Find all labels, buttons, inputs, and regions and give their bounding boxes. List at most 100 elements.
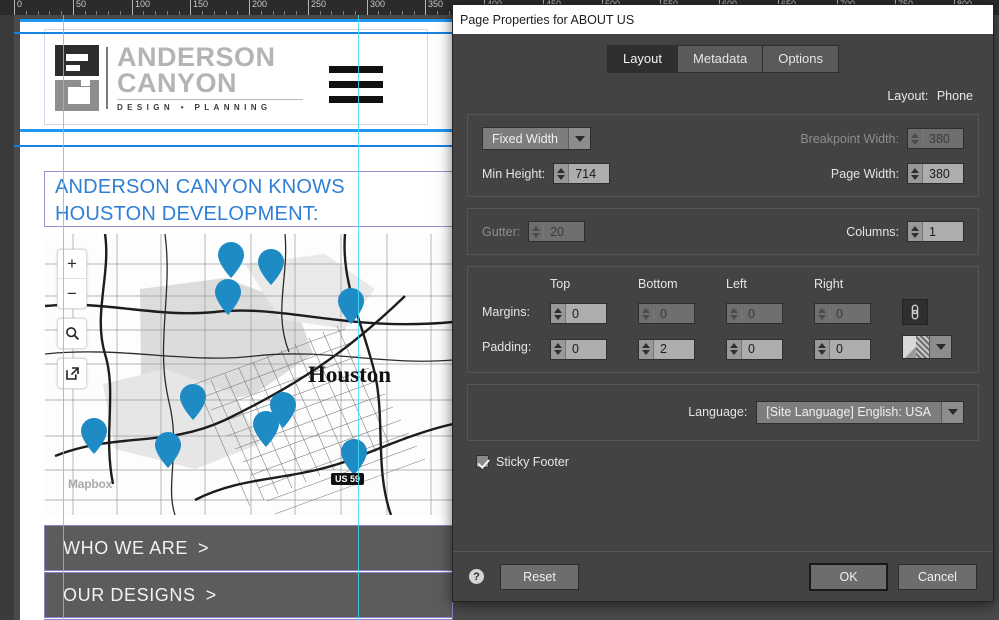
padding-top-value[interactable]: 0 [566, 339, 606, 359]
smart-guide-right [358, 15, 359, 620]
page-headline: ANDERSON CANYON KNOWS HOUSTON DEVELOPMEN… [55, 176, 345, 225]
ruler-corner[interactable] [0, 0, 14, 15]
map-pin[interactable] [338, 288, 364, 324]
map-widget[interactable]: Houston US 59 Mapbox + − [45, 234, 453, 515]
ruler-tick-label: 50 [76, 0, 87, 9]
margins-row: Margins: 0 0 0 0 [482, 299, 964, 325]
col-header-right: Right [814, 277, 844, 291]
ac-monogram-icon [55, 45, 99, 111]
language-select[interactable]: [Site Language] English: USA [756, 400, 964, 424]
dialog-tabs[interactable]: Layout Metadata Options [467, 34, 979, 73]
map-search-group[interactable] [57, 318, 87, 349]
sticky-footer-checkbox[interactable] [476, 455, 489, 468]
map-pin[interactable] [258, 249, 284, 285]
stepper-arrows[interactable] [639, 339, 654, 359]
ok-button[interactable]: OK [809, 562, 888, 591]
language-label: Language: [688, 405, 748, 419]
stepper-arrows[interactable] [815, 339, 830, 359]
padding-fill-swatch-icon[interactable] [902, 335, 952, 360]
stepper-arrows[interactable] [815, 304, 830, 324]
ruler-tick-label: 100 [135, 0, 151, 9]
reset-button[interactable]: Reset [500, 563, 579, 590]
tab-metadata[interactable]: Metadata [677, 45, 763, 73]
margin-left-stepper[interactable]: 0 [726, 303, 783, 325]
min-height-value[interactable]: 714 [569, 164, 610, 183]
tab-layout[interactable]: Layout [606, 45, 678, 73]
stepper-arrows[interactable] [727, 304, 742, 324]
gutter-value[interactable]: 20 [544, 222, 585, 241]
logo-rule [117, 99, 303, 100]
help-icon[interactable]: ? [469, 569, 484, 584]
chain-link-icon[interactable] [902, 299, 928, 325]
headline-box[interactable]: ANDERSON CANYON KNOWS HOUSTON DEVELOPMEN… [44, 171, 453, 227]
stepper-arrows[interactable] [551, 304, 566, 324]
nav-item-label: WHO WE ARE [63, 537, 189, 558]
nav-item-our-designs[interactable]: OUR DESIGNS > [44, 572, 453, 618]
vertical-ruler[interactable] [0, 15, 14, 620]
page-width-value[interactable]: 380 [923, 164, 963, 183]
padding-left-value[interactable]: 0 [742, 339, 782, 359]
stepper-arrows[interactable] [727, 339, 742, 359]
map-pin[interactable] [253, 411, 279, 447]
stepper-arrows[interactable] [639, 304, 654, 324]
breakpoint-width-stepper[interactable]: 380 [907, 128, 964, 149]
col-header-bottom: Bottom [638, 277, 678, 291]
min-height-stepper[interactable]: 714 [553, 163, 611, 184]
sticky-footer-row[interactable]: Sticky Footer [467, 455, 979, 469]
margin-bottom-stepper[interactable]: 0 [638, 303, 695, 325]
chevron-down-icon[interactable] [568, 128, 590, 149]
padding-bottom-value[interactable]: 2 [654, 339, 694, 359]
margin-right-stepper[interactable]: 0 [814, 303, 871, 325]
margin-bottom-value[interactable]: 0 [654, 304, 694, 324]
map-pin[interactable] [341, 439, 367, 475]
stepper-arrows[interactable] [554, 164, 570, 183]
current-layout-indicator: Layout: Phone [467, 89, 973, 103]
logo-divider [106, 47, 108, 109]
stepper-arrows[interactable] [908, 222, 923, 241]
columns-value[interactable]: 1 [923, 222, 963, 241]
chevron-down-icon[interactable] [941, 401, 963, 423]
map-pin[interactable] [180, 384, 206, 420]
map-pin[interactable] [155, 432, 181, 468]
map-city-label: Houston [308, 362, 392, 387]
map-pin[interactable] [215, 279, 241, 315]
language-value: [Site Language] English: USA [766, 405, 931, 419]
hamburger-menu-icon[interactable] [329, 66, 383, 103]
chevron-down-icon[interactable] [929, 336, 951, 359]
site-header-section[interactable]: ANDERSON CANYON DESIGN • PLANNING [20, 19, 452, 132]
gutter-stepper[interactable]: 20 [528, 221, 586, 242]
stepper-arrows[interactable] [529, 222, 545, 241]
page-properties-dialog[interactable]: Page Properties for ABOUT US Layout Meta… [452, 4, 994, 602]
page-canvas[interactable]: ANDERSON CANYON DESIGN • PLANNING ANDERS… [14, 15, 460, 620]
padding-left-stepper[interactable]: 0 [726, 338, 783, 360]
map-zoom-group[interactable]: + − [57, 249, 87, 309]
tab-options[interactable]: Options [762, 45, 840, 73]
logo-tagline: DESIGN • PLANNING [117, 103, 272, 112]
width-mode-select[interactable]: Fixed Width [482, 127, 591, 150]
margin-top-stepper[interactable]: 0 [550, 303, 607, 325]
stepper-arrows[interactable] [908, 164, 923, 183]
page-width-stepper[interactable]: 380 [907, 163, 964, 184]
nav-item-who-we-are[interactable]: WHO WE ARE > [44, 525, 453, 571]
map-controls[interactable]: + − [57, 249, 87, 398]
chevron-right-icon: > [205, 584, 217, 605]
logo-wordmark: ANDERSON CANYON DESIGN • PLANNING [117, 44, 303, 112]
map-pin[interactable] [218, 242, 244, 278]
margin-right-value[interactable]: 0 [830, 304, 870, 324]
margin-left-value[interactable]: 0 [742, 304, 782, 324]
cancel-button[interactable]: Cancel [898, 563, 977, 590]
site-logo[interactable]: ANDERSON CANYON DESIGN • PLANNING [55, 44, 303, 112]
margin-top-value[interactable]: 0 [566, 304, 606, 324]
stepper-arrows[interactable] [551, 339, 566, 359]
padding-right-stepper[interactable]: 0 [814, 338, 871, 360]
breakpoint-width-label: Breakpoint Width: [800, 131, 899, 146]
padding-right-value[interactable]: 0 [830, 339, 870, 359]
padding-top-stepper[interactable]: 0 [550, 338, 607, 360]
columns-stepper[interactable]: 1 [907, 221, 964, 242]
padding-label: Padding: [482, 340, 532, 355]
stepper-arrows[interactable] [908, 129, 923, 148]
breakpoint-width-value[interactable]: 380 [923, 129, 963, 148]
map-pin[interactable] [81, 418, 107, 454]
padding-bottom-stepper[interactable]: 2 [638, 338, 695, 360]
map-fullscreen-group[interactable] [57, 358, 87, 389]
